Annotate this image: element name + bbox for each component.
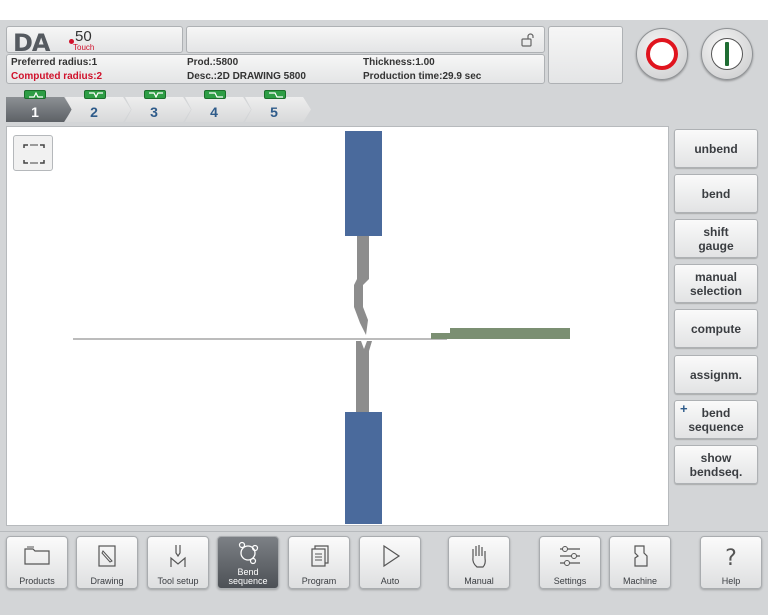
upper-beam [345,131,382,236]
tool-icon [170,545,186,567]
folder-icon [24,546,50,565]
nav-bend-sequence[interactable]: Bend sequence [217,536,279,589]
nav-products[interactable]: Products [6,536,68,589]
program-icon [311,545,329,567]
play-icon [383,544,401,568]
nav-help[interactable]: ? Help [700,536,762,589]
bend-preview-icon [24,90,46,99]
bend-tab-label: 3 [150,104,158,120]
nav-label: Machine [622,576,658,586]
logo: DA 50 Touch [6,26,183,57]
product-description: Desc.:2D DRAWING 5800 [187,71,306,82]
nav-auto[interactable]: Auto [359,536,421,589]
unlock-icon[interactable] [520,33,534,47]
preferred-radius: Preferred radius:1 [11,57,98,68]
nav-label: Auto [380,576,400,586]
unbend-button[interactable]: unbend [674,129,758,168]
assignment-button[interactable]: assignm. [674,355,758,394]
bend-preview-icon [144,90,166,99]
computed-radius: Computed radius:2 [11,71,103,82]
svg-text:?: ? [725,546,737,569]
bend-tab-3[interactable]: 3 [125,97,191,122]
compute-button[interactable]: compute [674,309,758,348]
lower-beam [345,412,382,524]
logo-brand: DA [13,29,50,57]
bend-sequence-label: bend sequence [688,405,744,434]
bend-sequence-button[interactable]: + bend sequence [674,400,758,439]
production-time: Production time:29.9 sec [363,71,482,82]
stop-icon [646,38,678,70]
nav-label: Tool setup [157,576,199,586]
main-navigation: Products Drawing Tool setup Bend sequenc… [0,531,768,615]
nav-label: Settings [553,576,587,586]
status-box [548,26,623,84]
nav-settings[interactable]: Settings [539,536,601,589]
bend-tab-label: 1 [31,104,39,120]
bend-drawing [73,131,570,524]
bend-tab-5[interactable]: 5 [245,97,311,122]
nav-program[interactable]: Program [288,536,350,589]
bend-tab-2[interactable]: 2 [65,97,131,122]
stop-button[interactable] [636,28,688,80]
bend-sequence-icon [238,541,259,565]
nav-manual[interactable]: Manual [448,536,510,589]
thickness: Thickness:1.00 [363,57,435,68]
bend-simulation-canvas[interactable] [6,126,669,526]
nav-drawing[interactable]: Drawing [76,536,138,589]
nav-label: Bend sequence [228,567,268,586]
nav-label: Products [19,576,55,586]
bend-preview-icon [84,90,106,99]
die-tool [356,341,372,412]
bend-tab-label: 2 [90,104,98,120]
settings-icon [560,546,580,566]
hand-icon [472,545,486,568]
nav-machine[interactable]: Machine [609,536,671,589]
app-window: DA 50 Touch Preferred radius:1 Computed … [0,20,768,615]
bend-tab-label: 5 [270,104,278,120]
zoom-fit-icon [23,144,45,164]
zoom-fit-button[interactable] [13,135,53,171]
machine-icon [634,545,648,567]
show-bendseq-button[interactable]: show bendseq. [674,445,758,484]
logo-sub: Touch [73,43,95,52]
product-id: Prod.:5800 [187,57,239,68]
plus-icon: + [680,401,688,416]
bend-preview-icon [204,90,226,99]
shift-gauge-button[interactable]: shift gauge [674,219,758,258]
program-info-box: Preferred radius:1 Computed radius:2 Pro… [6,54,545,84]
pencil-icon [98,545,116,567]
bend-preview-icon [264,90,286,99]
bend-button[interactable]: bend [674,174,758,213]
bend-tab-4[interactable]: 4 [185,97,251,122]
program-title-box [186,26,545,53]
nav-label: Program [301,576,337,586]
bend-tab-label: 4 [210,104,218,120]
nav-label: Help [721,576,741,586]
nav-tool-setup[interactable]: Tool setup [147,536,209,589]
start-button[interactable] [701,28,753,80]
manual-selection-button[interactable]: manual selection [674,264,758,303]
nav-label: Drawing [90,576,124,586]
nav-label: Manual [464,576,494,586]
bend-tab-1[interactable]: 1 [6,97,72,122]
punch-tool [354,236,369,335]
help-icon: ? [725,546,737,569]
